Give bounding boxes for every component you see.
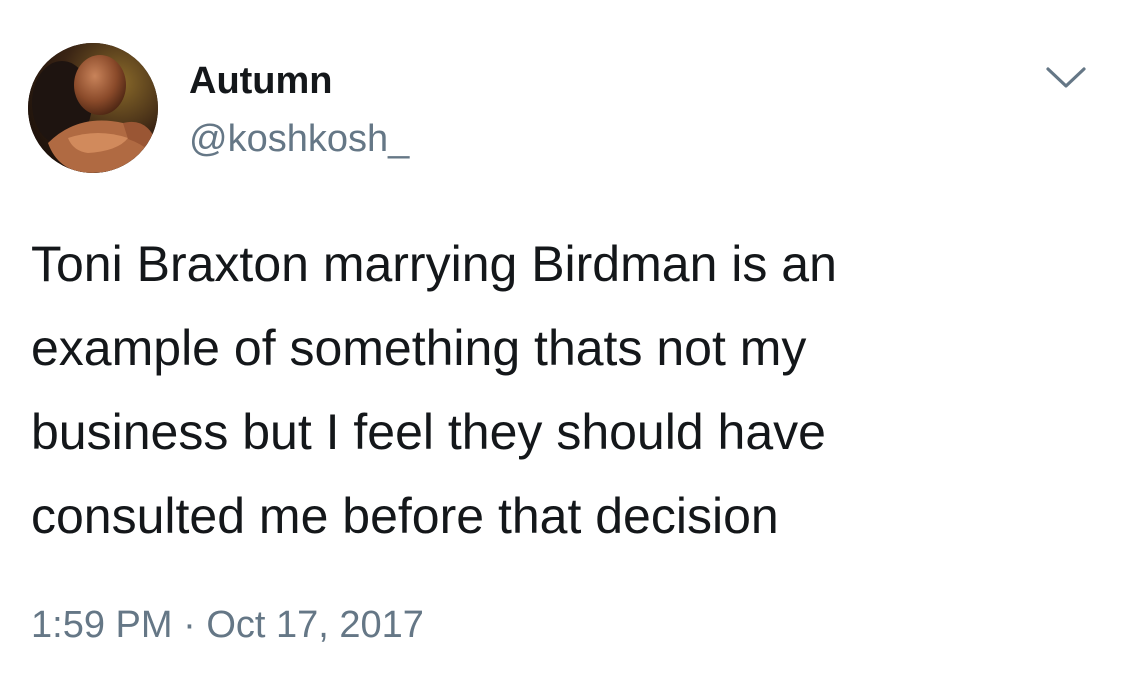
tweet-menu-button[interactable] <box>1040 58 1092 98</box>
user-handle[interactable]: @koshkosh_ <box>189 116 409 162</box>
tweet-date: Oct 17, 2017 <box>206 604 424 646</box>
tweet-text-line: example of something thats not my <box>31 320 807 376</box>
tweet-text: Toni Braxton marrying Birdman is an exam… <box>31 222 1091 558</box>
avatar-image <box>28 43 158 173</box>
tweet-time: 1:59 PM <box>31 604 173 646</box>
tweet-text-line: business but I feel they should have <box>31 404 826 460</box>
timestamp-separator: · <box>183 604 196 646</box>
tweet-text-line: Toni Braxton marrying Birdman is an <box>31 236 837 292</box>
chevron-down-icon <box>1046 67 1086 88</box>
avatar[interactable] <box>28 43 158 173</box>
display-name[interactable]: Autumn <box>189 58 333 104</box>
tweet-text-line: consulted me before that decision <box>31 488 779 544</box>
tweet-timestamp[interactable]: 1:59 PM · Oct 17, 2017 <box>31 600 424 650</box>
